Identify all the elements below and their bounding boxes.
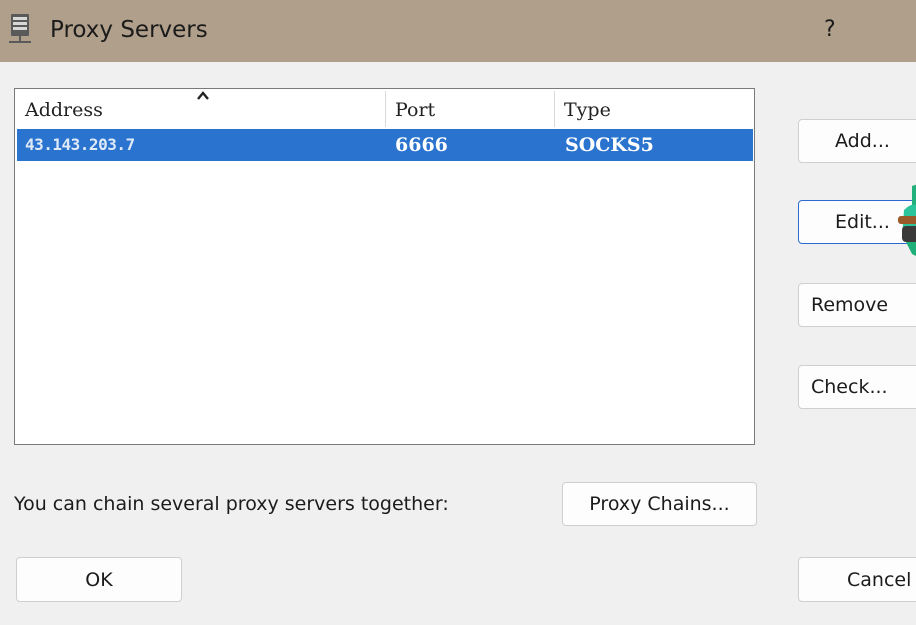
server-icon bbox=[9, 14, 31, 43]
window-title: Proxy Servers bbox=[50, 17, 208, 43]
cursor-figure-icon bbox=[898, 184, 916, 256]
ok-button[interactable]: OK bbox=[16, 557, 182, 602]
help-button[interactable]: ? bbox=[824, 14, 836, 46]
cancel-button[interactable]: Cancel bbox=[798, 557, 916, 602]
column-header-port[interactable]: Port bbox=[395, 97, 435, 123]
column-divider[interactable] bbox=[554, 91, 555, 127]
proxy-list[interactable]: Address Port Type 43.143.203.7 6666 SOCK… bbox=[14, 88, 755, 445]
check-button[interactable]: Check... bbox=[798, 365, 916, 409]
cell-address: 43.143.203.7 bbox=[25, 135, 135, 154]
cell-type: SOCKS5 bbox=[565, 134, 654, 156]
sort-ascending-icon bbox=[197, 91, 209, 100]
column-divider[interactable] bbox=[385, 91, 386, 127]
column-header-type[interactable]: Type bbox=[564, 97, 611, 123]
proxy-chains-button[interactable]: Proxy Chains... bbox=[562, 482, 757, 526]
table-row[interactable]: 43.143.203.7 6666 SOCKS5 bbox=[17, 129, 753, 161]
add-button[interactable]: Add... bbox=[798, 119, 916, 163]
cell-port: 6666 bbox=[395, 134, 448, 156]
chain-hint-text: You can chain several proxy servers toge… bbox=[14, 493, 449, 515]
title-bar: Proxy Servers ? bbox=[0, 0, 916, 62]
remove-button[interactable]: Remove bbox=[798, 283, 916, 327]
column-header-address[interactable]: Address bbox=[25, 97, 103, 123]
